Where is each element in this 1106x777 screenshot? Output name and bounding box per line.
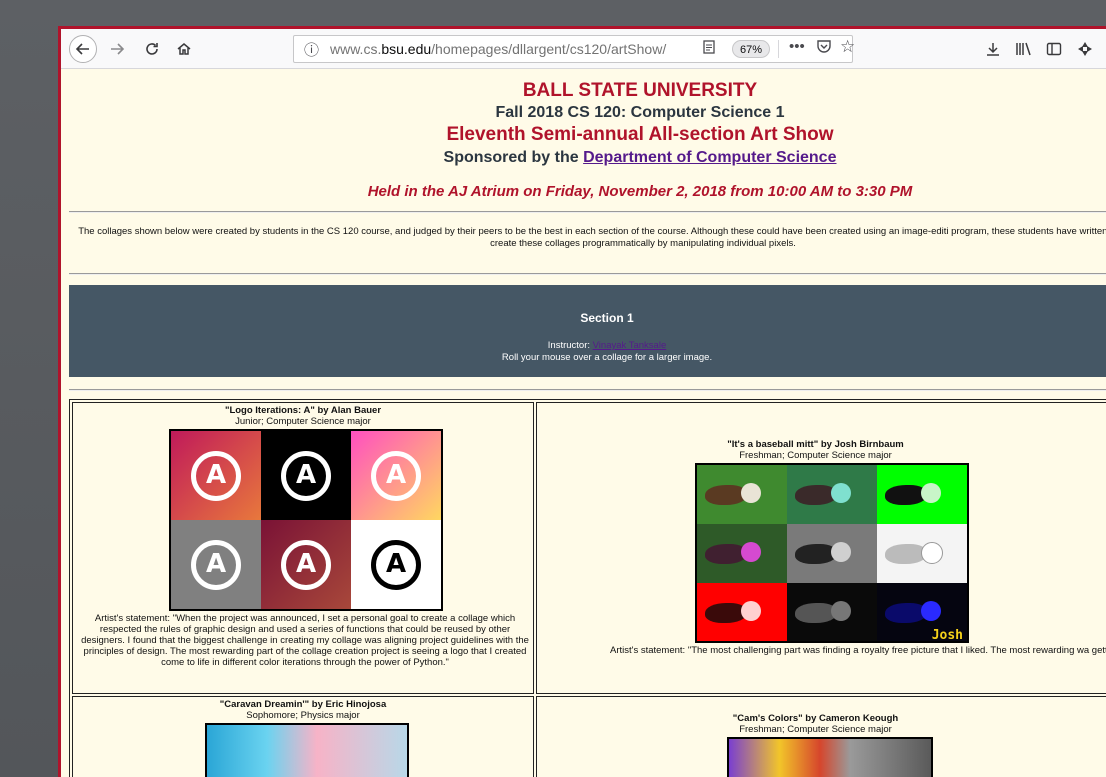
- library-icon[interactable]: [1013, 37, 1035, 61]
- ball-shape: [831, 542, 851, 562]
- info-icon[interactable]: ⓘ: [304, 39, 319, 60]
- artist-statement: Artist's statement: "The most challengin…: [609, 645, 1106, 656]
- gallery-cell: "Caravan Dreamin'" by Eric Hinojosa Soph…: [72, 696, 534, 777]
- browser-toolbar: ⓘ www.cs.bsu.edu/homepages/dllargent/cs1…: [61, 29, 1106, 69]
- collage-image[interactable]: Josh: [695, 463, 969, 643]
- section-banner: Section 1 Instructor: Vinayak Tanksale R…: [69, 285, 1106, 377]
- rollover-hint: Roll your mouse over a collage for a lar…: [501, 352, 713, 363]
- collage-tile: A: [351, 520, 441, 609]
- ball-shape: [831, 601, 851, 621]
- collage-image[interactable]: [205, 723, 409, 777]
- logo-a-icon: A: [281, 450, 331, 501]
- collage-tile: Josh: [877, 583, 967, 643]
- reader-icon[interactable]: [703, 40, 715, 57]
- divider: [69, 211, 1106, 213]
- ball-shape: [741, 601, 761, 621]
- course-name: Fall 2018 CS 120: Computer Science 1: [495, 104, 785, 121]
- gallery-cell: "Cam's Colors" by Cameron Keough Freshma…: [536, 696, 1106, 777]
- event-details: Held in the AJ Atrium on Friday, Novembe…: [367, 183, 913, 200]
- reload-icon[interactable]: [141, 37, 163, 61]
- download-icon[interactable]: [983, 37, 1003, 61]
- university-name: BALL STATE UNIVERSITY: [522, 80, 758, 101]
- collage-tile: A: [171, 520, 261, 609]
- web-page: BALL STATE UNIVERSITY Fall 2018 CS 120: …: [61, 69, 1106, 777]
- collage-tile: [877, 465, 967, 524]
- collage-tile: [787, 583, 877, 641]
- collage-tile: A: [261, 431, 351, 520]
- entry-title: "Logo Iterations: A" by Alan Bauer: [224, 405, 382, 416]
- home-icon[interactable]: [173, 37, 195, 61]
- logo-a-icon: A: [191, 450, 241, 501]
- collage-tile: [697, 524, 787, 583]
- ball-shape: [741, 483, 761, 503]
- sponsor-line: Sponsored by the Department of Computer …: [61, 149, 1106, 167]
- gallery-cell: "It's a baseball mitt" by Josh Birnbaum …: [536, 402, 1106, 694]
- extension-icon[interactable]: [1073, 37, 1097, 61]
- collage-tile: [697, 465, 787, 524]
- instructor-label: Instructor:: [547, 340, 593, 351]
- logo-a-icon: A: [281, 539, 331, 590]
- url-bar[interactable]: ⓘ www.cs.bsu.edu/homepages/dllargent/cs1…: [293, 35, 855, 63]
- entry-title: "Caravan Dreamin'" by Eric Hinojosa: [219, 699, 387, 710]
- logo-a-icon: A: [191, 539, 241, 590]
- instructor-link[interactable]: Vinayak Tanksale: [593, 340, 667, 351]
- section-title: Section 1: [580, 311, 634, 325]
- gallery-table: "Logo Iterations: A" by Alan Bauer Junio…: [69, 399, 1106, 777]
- ball-shape: [741, 542, 761, 562]
- url-text[interactable]: www.cs.bsu.edu/homepages/dllargent/cs120…: [330, 41, 666, 57]
- collage-tile: A: [351, 431, 441, 520]
- artist-signature: Josh: [931, 628, 963, 643]
- ball-shape: [921, 542, 943, 564]
- artist-statement: Artist's statement: "When the project wa…: [81, 613, 529, 668]
- department-link[interactable]: Department of Computer Science: [583, 149, 836, 166]
- logo-a-icon: A: [371, 539, 421, 590]
- sidebar-icon[interactable]: [1043, 37, 1065, 61]
- entry-title: "Cam's Colors" by Cameron Keough: [732, 713, 899, 724]
- urlbar-separator: [778, 40, 779, 58]
- art-show-title: Eleventh Semi-annual All-section Art Sho…: [446, 124, 834, 145]
- collage-tile: [787, 524, 877, 583]
- back-icon[interactable]: [69, 35, 97, 63]
- pocket-icon[interactable]: [816, 38, 832, 58]
- collage-tile: A: [171, 431, 261, 520]
- ball-shape: [921, 483, 941, 503]
- forward-icon[interactable]: [107, 37, 127, 61]
- sponsor-prefix: Sponsored by the: [443, 149, 584, 166]
- logo-a-icon: A: [371, 450, 421, 501]
- entry-subtitle: Junior; Computer Science major: [235, 416, 371, 427]
- divider: [69, 389, 1106, 391]
- entry-subtitle: Freshman; Computer Science major: [739, 450, 892, 461]
- collage-tile: [877, 524, 967, 583]
- gallery-cell: "Logo Iterations: A" by Alan Bauer Junio…: [72, 402, 534, 694]
- bookmark-star-icon[interactable]: ☆: [840, 37, 855, 57]
- intro-text: The collages shown below were created by…: [78, 226, 1106, 249]
- ball-shape: [831, 483, 851, 503]
- entry-subtitle: Sophomore; Physics major: [246, 710, 360, 721]
- collage-tile: [787, 465, 877, 524]
- collage-tile: [697, 583, 787, 641]
- entry-subtitle: Freshman; Computer Science major: [739, 724, 892, 735]
- collage-tile: A: [261, 520, 351, 609]
- browser-window: ⓘ www.cs.bsu.edu/homepages/dllargent/cs1…: [58, 26, 1106, 777]
- entry-title: "It's a baseball mitt" by Josh Birnbaum: [727, 439, 904, 450]
- page-actions-icon[interactable]: •••: [789, 38, 805, 55]
- collage-image[interactable]: A A A A A A: [169, 429, 443, 611]
- zoom-badge[interactable]: 67%: [732, 40, 770, 58]
- collage-image[interactable]: [727, 737, 933, 777]
- divider: [69, 273, 1106, 275]
- ball-shape: [921, 601, 941, 621]
- instructor-line: Instructor: Vinayak Tanksale: [69, 340, 1106, 351]
